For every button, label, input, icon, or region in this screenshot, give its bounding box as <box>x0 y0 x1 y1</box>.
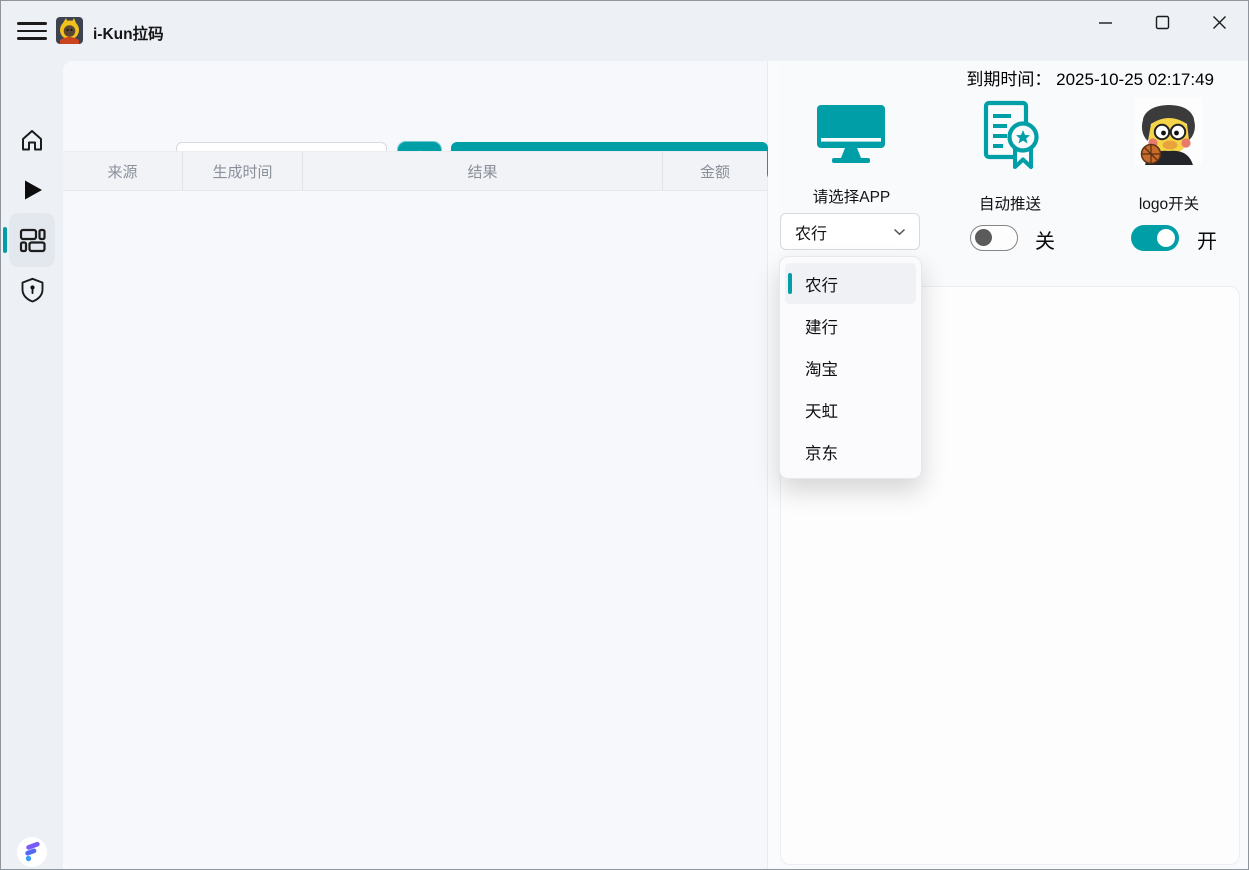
option-label: 京东 <box>805 440 838 464</box>
select-app-label: 请选择APP <box>779 185 924 207</box>
sidebar-item-run[interactable] <box>1 165 63 215</box>
column-header-time[interactable]: 生成时间 <box>183 152 303 190</box>
expiry-value: 2025-10-25 02:17:49 <box>1056 70 1214 89</box>
dropdown-option-jingdong[interactable]: 京东 <box>785 431 916 472</box>
app-select[interactable]: 农行 <box>780 213 920 250</box>
auto-push-toggle[interactable] <box>970 225 1018 251</box>
results-table-header: 来源 生成时间 结果 金额 <box>63 151 767 191</box>
chevron-down-icon <box>893 228 906 236</box>
main-content: 附加设备 启动 来源 生成时间 结果 金额 <box>63 61 1248 869</box>
minimize-button[interactable] <box>1077 1 1134 43</box>
sidebar <box>1 61 63 869</box>
results-panel: 附加设备 启动 来源 生成时间 结果 金额 <box>63 61 768 869</box>
dropdown-option-tianhong[interactable]: 天虹 <box>785 389 916 430</box>
shield-icon <box>20 277 45 303</box>
app-window: i-Kun拉码 <box>0 0 1249 870</box>
sidebar-item-home[interactable] <box>1 115 63 165</box>
play-icon <box>19 177 45 203</box>
option-label: 淘宝 <box>805 356 838 380</box>
logo-switch-label: logo开关 <box>1094 192 1244 214</box>
column-header-result[interactable]: 结果 <box>303 152 663 190</box>
sidebar-item-flash[interactable] <box>1 827 63 870</box>
logo-switch-toggle[interactable] <box>1131 225 1179 251</box>
auto-push-state: 关 <box>1035 225 1055 254</box>
expiry-label: 到期时间： <box>966 70 1051 89</box>
option-label: 天虹 <box>805 398 838 422</box>
ikun-avatar <box>1135 98 1202 165</box>
monitor-icon <box>815 105 887 167</box>
toggle-knob <box>975 229 992 246</box>
results-table-body <box>63 192 767 869</box>
app-logo-icon <box>56 17 83 44</box>
certificate-icon <box>978 99 1044 173</box>
column-header-amount[interactable]: 金额 <box>663 152 767 190</box>
logo-switch-state: 开 <box>1197 225 1217 254</box>
window-title: i-Kun拉码 <box>93 22 164 44</box>
titlebar: i-Kun拉码 <box>1 1 1248 61</box>
home-icon <box>19 127 45 153</box>
dropdown-option-nongHang[interactable]: 农行 <box>785 263 916 304</box>
grid-dashboard-icon <box>19 227 46 253</box>
toggle-knob <box>1157 229 1175 247</box>
app-select-value: 农行 <box>795 220 827 244</box>
close-button[interactable] <box>1191 1 1248 43</box>
menu-icon[interactable] <box>17 19 47 43</box>
column-header-source[interactable]: 来源 <box>63 152 183 190</box>
sidebar-item-security[interactable] <box>1 265 63 315</box>
active-option-indicator <box>788 273 792 294</box>
auto-push-label: 自动推送 <box>935 192 1085 214</box>
dropdown-option-jianHang[interactable]: 建行 <box>785 305 916 346</box>
maximize-button[interactable] <box>1134 1 1191 43</box>
sidebar-item-codes[interactable] <box>1 215 63 265</box>
expiry-time: 到期时间： 2025-10-25 02:17:49 <box>966 65 1214 90</box>
dropdown-option-taobao[interactable]: 淘宝 <box>785 347 916 388</box>
flash-logo-icon <box>16 836 48 868</box>
option-label: 建行 <box>805 314 838 338</box>
app-select-dropdown: 农行 建行 淘宝 天虹 京东 <box>779 256 922 479</box>
option-label: 农行 <box>805 272 838 296</box>
